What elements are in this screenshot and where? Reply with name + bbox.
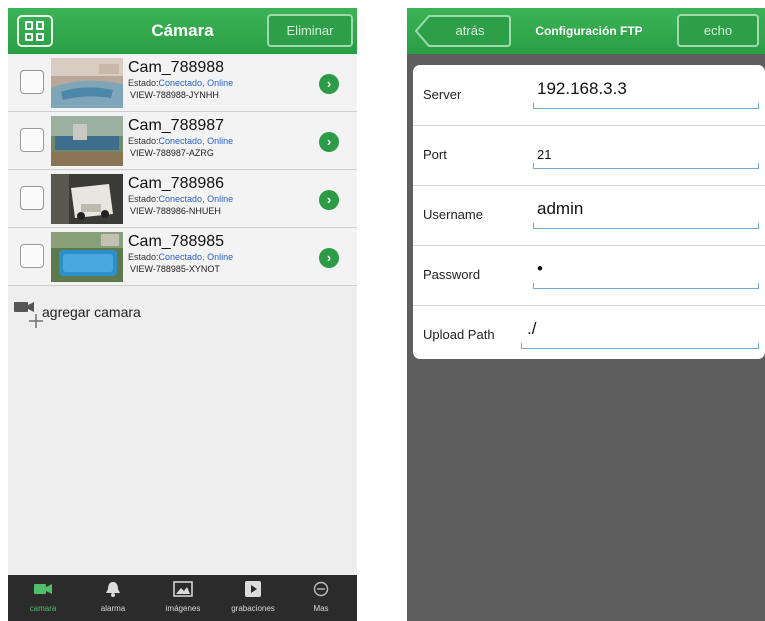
camera-status: Estado:Conectado, Online: [128, 78, 233, 88]
ftp-form: Server 192.168.3.3 Port 21 Username admi…: [413, 65, 765, 359]
camera-row[interactable]: Cam_788987 Estado:Conectado, Online VIEW…: [8, 112, 357, 170]
field-label: Upload Path: [423, 327, 495, 342]
status-label: Estado:: [128, 252, 159, 262]
tab-imagenes[interactable]: imágenes: [150, 575, 216, 621]
chevron-right-icon[interactable]: ›: [319, 74, 339, 94]
image-icon: [173, 581, 193, 597]
password-input[interactable]: •: [537, 259, 543, 279]
input-underline: [533, 163, 759, 169]
camera-thumbnail: [51, 58, 123, 108]
back-button[interactable]: atrás: [415, 15, 511, 47]
input-underline: [533, 223, 759, 229]
camera-id: VIEW-788988-JYNHH: [130, 90, 219, 100]
camera-status: Estado:Conectado, Online: [128, 252, 233, 262]
camera-thumbnail: [51, 232, 123, 282]
camera-name: Cam_788987: [128, 117, 225, 134]
tab-alarma[interactable]: alarma: [80, 575, 146, 621]
chevron-right-icon[interactable]: ›: [319, 248, 339, 268]
select-checkbox[interactable]: [20, 70, 44, 94]
bottom-tab-bar: camara alarma imágenes grabaciones Mas: [8, 575, 357, 621]
camera-id: VIEW-788986-NHUEH: [130, 206, 221, 216]
upload-path-input[interactable]: ./: [527, 319, 536, 339]
camera-name: Cam_788985: [128, 233, 225, 250]
camera-row[interactable]: Cam_788985 Estado:Conectado, Online VIEW…: [8, 228, 357, 286]
upload-path-row: Upload Path ./: [413, 305, 765, 366]
port-input[interactable]: 21: [537, 147, 551, 162]
camera-thumbnail: [51, 116, 123, 166]
tab-label: Mas: [313, 604, 329, 613]
camera-thumbnail: [51, 174, 123, 224]
status-label: Estado:: [128, 78, 159, 88]
page: Cámara Eliminar Cam_788988 Estado:Conect…: [0, 0, 765, 621]
camera-row[interactable]: Cam_788988 Estado:Conectado, Online VIEW…: [8, 54, 357, 112]
field-label: Password: [423, 267, 481, 282]
camera-status: Estado:Conectado, Online: [128, 194, 233, 204]
status-value: Conectado, Online: [158, 252, 234, 262]
add-camera-button[interactable]: agregar camara: [14, 298, 314, 330]
tab-grabaciones[interactable]: grabaciones: [220, 575, 286, 621]
username-row: Username admin: [413, 185, 765, 246]
camera-header: Cámara Eliminar: [8, 8, 357, 54]
status-label: Estado:: [128, 136, 159, 146]
tab-label: grabaciones: [231, 604, 275, 613]
tab-camara[interactable]: camara: [10, 575, 76, 621]
camera-list: Cam_788988 Estado:Conectado, Online VIEW…: [8, 54, 357, 286]
tab-mas[interactable]: Mas: [288, 575, 354, 621]
field-label: Port: [423, 147, 447, 162]
add-camera-label: agregar camara: [42, 304, 141, 320]
input-underline: [521, 343, 759, 349]
field-label: Server: [423, 87, 462, 102]
recording-icon: [245, 581, 261, 597]
tab-label: imágenes: [165, 604, 201, 613]
status-value: Conectado, Online: [158, 136, 234, 146]
camera-status: Estado:Conectado, Online: [128, 136, 233, 146]
more-icon: [313, 581, 329, 597]
chevron-right-icon[interactable]: ›: [319, 190, 339, 210]
server-input[interactable]: 192.168.3.3: [537, 79, 627, 99]
status-label: Estado:: [128, 194, 159, 204]
camera-row[interactable]: Cam_788986 Estado:Conectado, Online VIEW…: [8, 170, 357, 228]
done-button[interactable]: echo: [677, 14, 759, 47]
video-camera-icon: [34, 584, 52, 594]
camera-name: Cam_788988: [128, 59, 225, 76]
field-label: Username: [423, 207, 483, 222]
password-row: Password •: [413, 245, 765, 306]
page-title: Configuración FTP: [535, 24, 643, 38]
camera-id: VIEW-788987-AZRG: [130, 148, 214, 158]
username-input[interactable]: admin: [537, 199, 583, 219]
tab-label: camara: [29, 604, 57, 613]
select-checkbox[interactable]: [20, 186, 44, 210]
select-checkbox[interactable]: [20, 128, 44, 152]
select-checkbox[interactable]: [20, 244, 44, 268]
input-underline: [533, 283, 759, 289]
server-row: Server 192.168.3.3: [413, 65, 765, 126]
camera-list-screen: Cámara Eliminar Cam_788988 Estado:Conect…: [8, 8, 357, 621]
ftp-header: atrás Configuración FTP echo: [407, 8, 765, 54]
status-value: Conectado, Online: [158, 194, 234, 204]
port-row: Port 21: [413, 125, 765, 186]
bell-icon: [106, 582, 120, 597]
status-value: Conectado, Online: [158, 78, 234, 88]
input-underline: [533, 103, 759, 109]
camera-name: Cam_788986: [128, 175, 225, 192]
chevron-right-icon[interactable]: ›: [319, 132, 339, 152]
back-label: atrás: [455, 23, 485, 38]
tab-label: alarma: [100, 604, 126, 613]
delete-button[interactable]: Eliminar: [267, 14, 353, 47]
ftp-config-screen: atrás Configuración FTP echo Server 192.…: [407, 8, 765, 621]
camera-id: VIEW-788985-XYNOT: [130, 264, 220, 274]
